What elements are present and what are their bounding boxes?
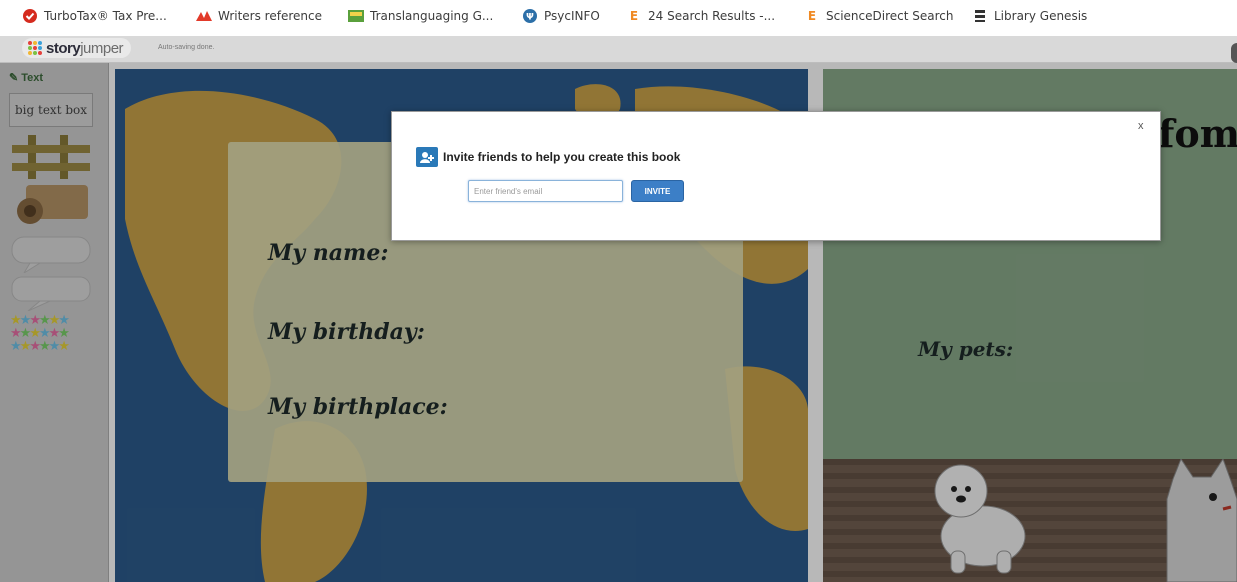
invite-button[interactable]: INVITE [631, 180, 684, 202]
storyjumper-logo[interactable]: storyjumper [22, 38, 132, 58]
autosave-status: Auto-saving done. [158, 44, 215, 51]
bookmark-sciencedirect[interactable]: E ScienceDirect Search [804, 7, 954, 25]
bookmark-label: 24 Search Results -... [648, 9, 776, 23]
bookmark-translanguaging[interactable]: Translanguaging G... [348, 7, 493, 25]
bookmark-label: PsycINFO [544, 9, 600, 23]
psycinfo-icon: Ψ [522, 8, 538, 24]
bookmark-writers-reference[interactable]: Writers reference [196, 7, 322, 25]
bookmark-label: Library Genesis [994, 9, 1088, 23]
bookmarks-bar: TurboTax® Tax Pre... Writers reference T… [0, 0, 1237, 36]
bookmark-label: Writers reference [218, 9, 322, 23]
bookmark-search-results[interactable]: E 24 Search Results -... [626, 7, 775, 25]
close-button[interactable]: x [1138, 120, 1144, 132]
bookmark-psycinfo[interactable]: Ψ PsycINFO [522, 7, 600, 25]
dialog-header: Invite friends to help you create this b… [416, 147, 680, 167]
bookmark-turbotax[interactable]: TurboTax® Tax Pre... [22, 7, 167, 25]
friend-email-input[interactable] [468, 180, 623, 202]
turbotax-icon [22, 8, 38, 24]
logo-text-light: jumper [80, 39, 124, 57]
library-genesis-icon [972, 8, 988, 24]
bookmark-library-genesis[interactable]: Library Genesis [972, 7, 1087, 25]
logo-text-bold: story [46, 39, 81, 57]
bookmark-label: Translanguaging G... [370, 9, 494, 23]
image-icon [348, 8, 364, 24]
bookmark-label: ScienceDirect Search [826, 9, 954, 23]
svg-text:Ψ: Ψ [526, 13, 534, 23]
elsevier-icon: E [629, 9, 639, 23]
add-user-icon [416, 147, 438, 167]
writers-reference-icon [196, 8, 212, 24]
profile-avatar[interactable] [1231, 43, 1237, 63]
app-header: storyjumper Auto-saving done. [0, 36, 1237, 63]
elsevier-icon: E [807, 9, 817, 23]
invite-friends-dialog: x Invite friends to help you create this… [391, 111, 1161, 241]
logo-text: storyjumper [46, 39, 124, 57]
dialog-title: Invite friends to help you create this b… [443, 150, 681, 164]
logo-dots-icon [28, 41, 42, 55]
bookmark-label: TurboTax® Tax Pre... [44, 9, 167, 23]
